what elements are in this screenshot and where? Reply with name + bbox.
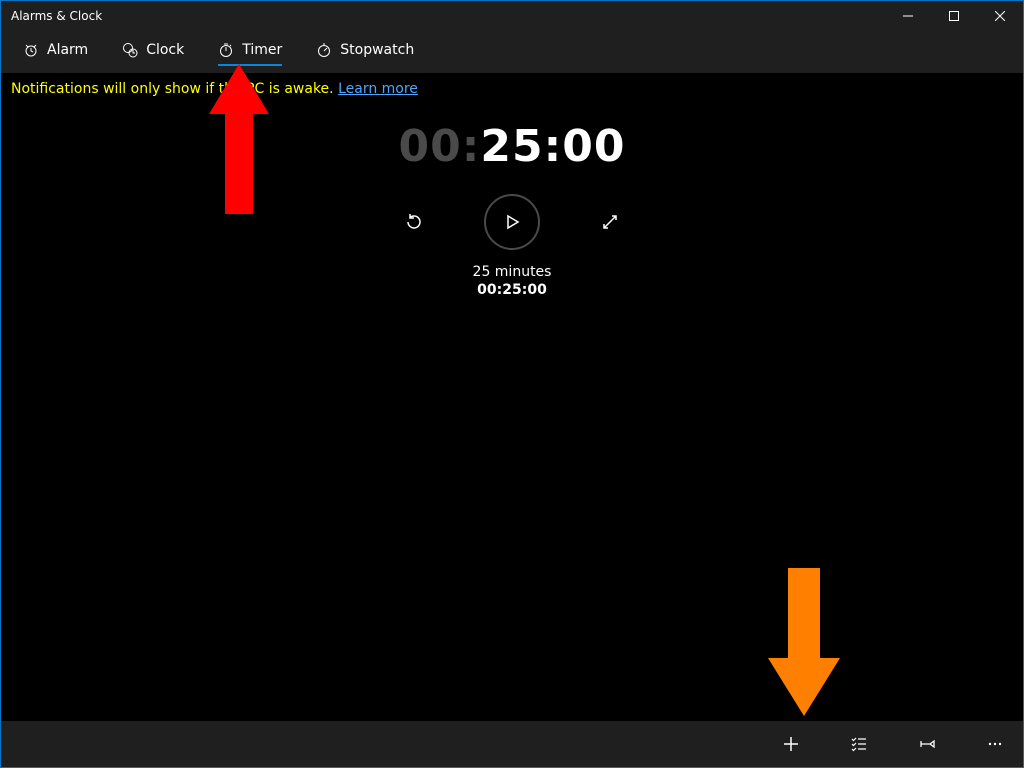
tab-label: Timer	[242, 42, 282, 58]
timer-hours: 00	[399, 121, 462, 172]
select-button[interactable]	[839, 724, 879, 764]
tab-label: Clock	[146, 42, 184, 58]
notification-text: Notifications will only show if the PC i…	[11, 81, 334, 97]
close-button[interactable]	[977, 1, 1023, 31]
tab-timer[interactable]: Timer	[204, 36, 296, 68]
timer-label: 25 minutes 00:25:00	[473, 264, 552, 298]
learn-more-link[interactable]: Learn more	[338, 81, 418, 97]
tab-label: Alarm	[47, 42, 88, 58]
titlebar: Alarms & Clock	[1, 1, 1023, 31]
maximize-button[interactable]	[931, 1, 977, 31]
window-controls	[885, 1, 1023, 31]
world-clock-icon	[122, 42, 138, 58]
window-title: Alarms & Clock	[11, 9, 885, 23]
pin-button[interactable]	[907, 724, 947, 764]
timer-minutes-seconds: 25:00	[480, 121, 625, 172]
reset-button[interactable]	[402, 210, 426, 234]
expand-button[interactable]	[598, 210, 622, 234]
more-button[interactable]	[975, 724, 1015, 764]
timer-name: 25 minutes	[473, 264, 552, 280]
main-content: 00:25:00 25 minutes 00:25:00	[1, 101, 1023, 721]
timer-widget: 00:25:00 25 minutes 00:25:00	[1, 121, 1023, 298]
tab-label: Stopwatch	[340, 42, 414, 58]
timer-controls	[402, 194, 622, 250]
stopwatch-icon	[316, 42, 332, 58]
play-button[interactable]	[484, 194, 540, 250]
tab-clock[interactable]: Clock	[108, 36, 198, 68]
timer-colon: :	[462, 121, 481, 172]
add-timer-button[interactable]	[771, 724, 811, 764]
alarm-icon	[23, 42, 39, 58]
tab-alarm[interactable]: Alarm	[9, 36, 102, 68]
tab-stopwatch[interactable]: Stopwatch	[302, 36, 428, 68]
minimize-button[interactable]	[885, 1, 931, 31]
timer-remaining: 00:25:00	[473, 282, 552, 298]
timer-display: 00:25:00	[399, 121, 626, 172]
tabbar: Alarm Clock Timer Stopwatch	[1, 31, 1023, 73]
command-bar	[1, 721, 1023, 767]
timer-icon	[218, 42, 234, 58]
